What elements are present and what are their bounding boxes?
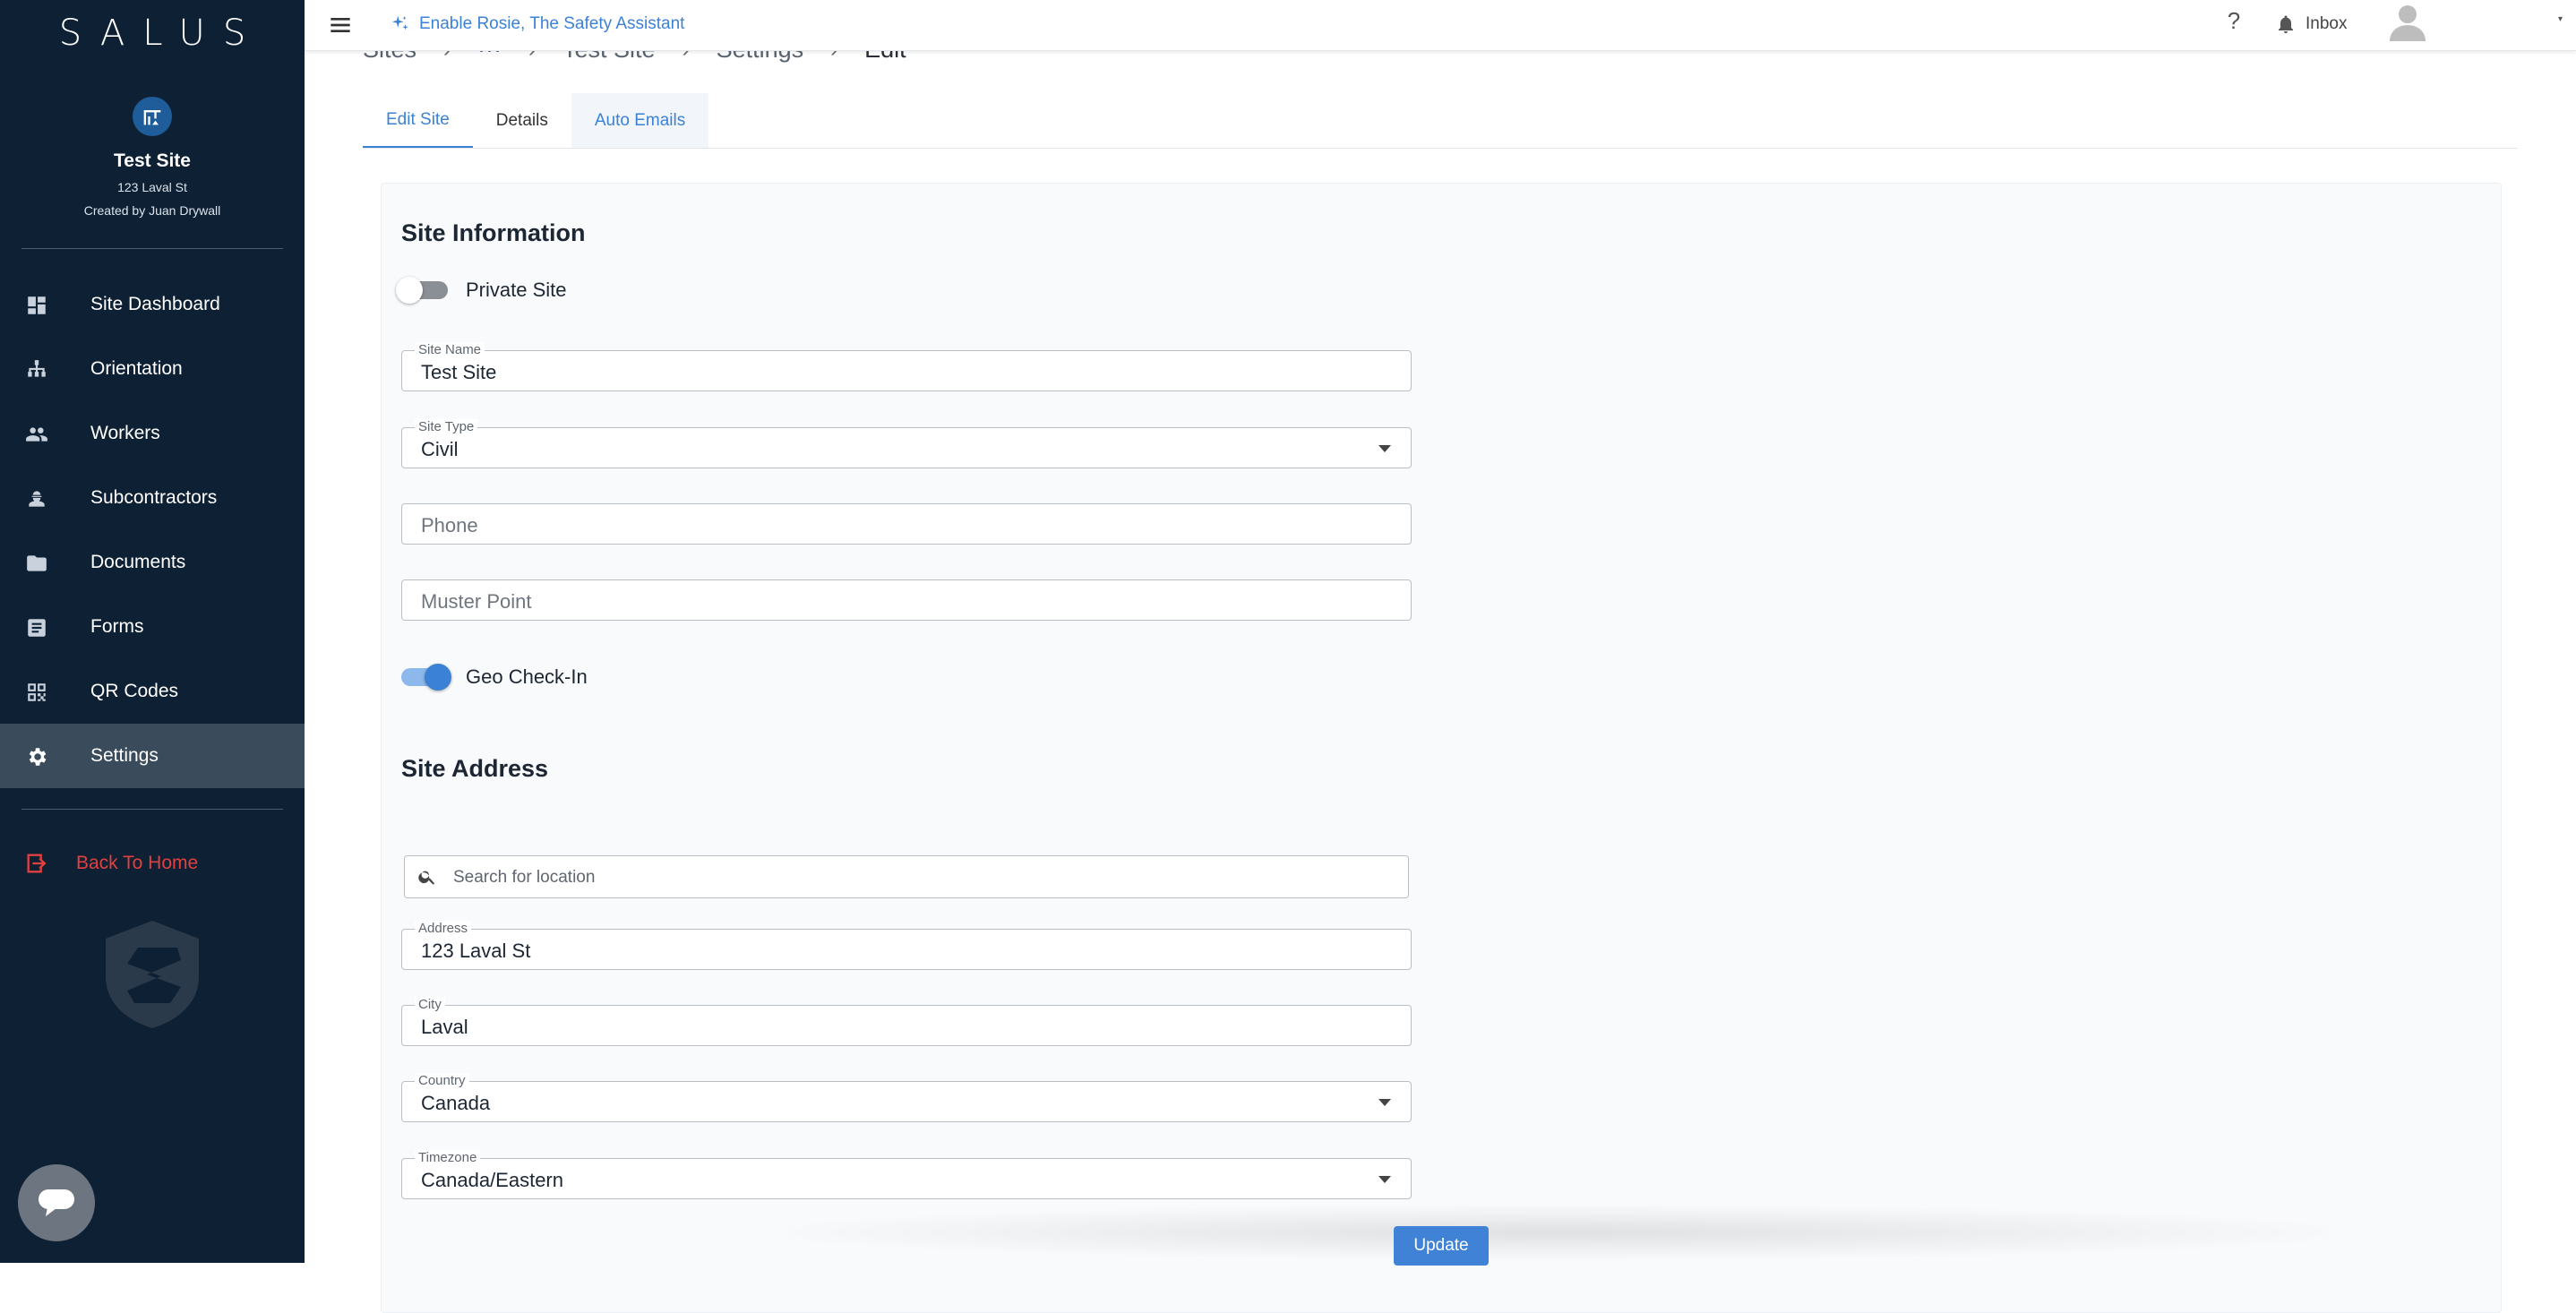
sidebar-created-by: Created by Juan Drywall (83, 203, 221, 218)
site-type-value: Civil (421, 438, 459, 460)
tab-details[interactable]: Details (473, 93, 571, 149)
top-bar: Enable Rosie, The Safety Assistant ? Inb… (305, 0, 2576, 51)
enable-rosie-label: Enable Rosie, The Safety Assistant (419, 14, 685, 33)
user-avatar-icon (2390, 5, 2426, 41)
address-label: Address (415, 921, 472, 936)
sparkle-icon (391, 15, 408, 30)
private-site-label: Private Site (466, 279, 567, 301)
private-site-switch[interactable] (396, 277, 448, 304)
sidebar-item-settings[interactable]: Settings (0, 724, 305, 788)
address-field[interactable]: Address 123 Laval St (401, 921, 1412, 970)
crane-icon (143, 110, 161, 125)
sidebar-item-qr-codes[interactable]: QR Codes (0, 659, 305, 724)
sidebar-item-label: Orientation (90, 358, 183, 379)
tab-edit-site[interactable]: Edit Site (363, 93, 473, 149)
back-to-home-label: Back To Home (76, 853, 199, 873)
sidebar-item-label: Workers (90, 423, 160, 443)
switch-thumb (425, 664, 451, 691)
dropdown-arrow-icon (1378, 1176, 1391, 1183)
people-icon (26, 427, 47, 442)
city-value: Laval (421, 1016, 468, 1038)
site-information-title: Site Information (401, 219, 586, 246)
sidebar-item-orientation[interactable]: Orientation (0, 337, 305, 401)
chevron-down-icon: ▾ (2558, 14, 2563, 24)
salus-logo[interactable]: SALUS (0, 13, 305, 54)
salus-shield-logo (106, 921, 199, 1028)
inbox-button[interactable]: Inbox (2275, 9, 2347, 39)
country-select[interactable]: Country Canada (401, 1073, 1412, 1122)
site-name-field[interactable]: Site Name Test Site (401, 342, 1412, 391)
country-value: Canada (421, 1092, 491, 1114)
sidebar-nav: Site Dashboard Orientation Workers Subco… (0, 272, 305, 788)
muster-point-placeholder: Muster Point (421, 590, 532, 613)
sidebar-item-workers[interactable]: Workers (0, 401, 305, 466)
timezone-value: Canada/Eastern (421, 1169, 563, 1191)
site-avatar (133, 97, 172, 136)
form-icon (28, 619, 46, 637)
dashboard-icon (28, 296, 46, 314)
search-icon (418, 871, 435, 885)
chat-button[interactable] (18, 1164, 95, 1241)
geo-checkin-label: Geo Check-In (466, 665, 588, 688)
sidebar-site-address: 123 Laval St (117, 180, 187, 194)
user-menu[interactable]: ▾ (2388, 2, 2567, 47)
sidebar-divider (21, 809, 283, 810)
search-placeholder: Search for location (453, 868, 596, 887)
folder-icon (27, 555, 47, 571)
sidebar: SALUS Test Site 123 Laval St Created by … (0, 0, 305, 1263)
tab-auto-emails[interactable]: Auto Emails (571, 93, 709, 149)
exit-icon (27, 854, 47, 873)
update-bar-shadow (788, 1206, 2329, 1259)
site-type-select[interactable]: Site Type Civil (401, 419, 1412, 468)
location-search-input[interactable]: Search for location (404, 855, 1409, 898)
menu-icon[interactable] (326, 11, 355, 39)
tabs-divider (363, 148, 2518, 149)
qr-code-icon (28, 683, 46, 701)
sidebar-item-label: Forms (90, 616, 144, 637)
site-address-title: Site Address (401, 755, 549, 782)
site-name-value: Test Site (421, 361, 497, 383)
sidebar-item-label: Subcontractors (90, 487, 218, 508)
chat-icon (39, 1189, 74, 1216)
hierarchy-icon (28, 360, 46, 377)
sidebar-divider (21, 248, 283, 249)
sidebar-item-label: QR Codes (90, 681, 179, 701)
city-label: City (415, 997, 445, 1012)
sidebar-item-label: Settings (90, 745, 159, 766)
sidebar-item-site-dashboard[interactable]: Site Dashboard (0, 272, 305, 337)
back-to-home-button[interactable]: Back To Home (0, 831, 305, 896)
phone-field[interactable]: Phone (401, 503, 1412, 545)
main-content: Sites › ··· › Test Site › Settings › Edi… (305, 36, 2576, 1313)
site-name-label: Site Name (415, 342, 485, 357)
country-label: Country (415, 1073, 469, 1088)
timezone-label: Timezone (415, 1150, 481, 1165)
muster-point-field[interactable]: Muster Point (401, 579, 1412, 621)
geo-checkin-switch[interactable] (401, 664, 451, 691)
sidebar-item-forms[interactable]: Forms (0, 595, 305, 659)
sidebar-item-label: Documents (90, 552, 186, 572)
phone-placeholder: Phone (421, 514, 478, 536)
sidebar-item-label: Site Dashboard (90, 294, 220, 314)
geo-checkin-toggle[interactable]: Geo Check-In (401, 664, 588, 691)
site-type-label: Site Type (415, 419, 478, 434)
bell-icon (2279, 15, 2293, 33)
dropdown-arrow-icon (1378, 445, 1391, 452)
settings-tabs: Edit Site Details Auto Emails (363, 93, 709, 149)
inbox-label: Inbox (2306, 14, 2348, 33)
timezone-select[interactable]: Timezone Canada/Eastern (401, 1150, 1412, 1199)
switch-thumb (396, 277, 423, 304)
enable-rosie-button[interactable]: Enable Rosie, The Safety Assistant (391, 9, 684, 39)
sidebar-item-subcontractors[interactable]: Subcontractors (0, 466, 305, 530)
sidebar-site-name: Test Site (114, 150, 191, 171)
sidebar-item-documents[interactable]: Documents (0, 530, 305, 595)
dropdown-arrow-icon (1378, 1099, 1391, 1106)
edit-site-form: Site Information Private Site Site Name … (381, 183, 2502, 1313)
help-button[interactable]: ? (2220, 7, 2248, 35)
address-value: 123 Laval St (421, 940, 531, 962)
update-button[interactable]: Update (1394, 1226, 1489, 1266)
engineer-icon (29, 491, 45, 507)
private-site-toggle[interactable]: Private Site (396, 277, 567, 304)
gear-icon (29, 748, 47, 766)
city-field[interactable]: City Laval (401, 997, 1412, 1046)
